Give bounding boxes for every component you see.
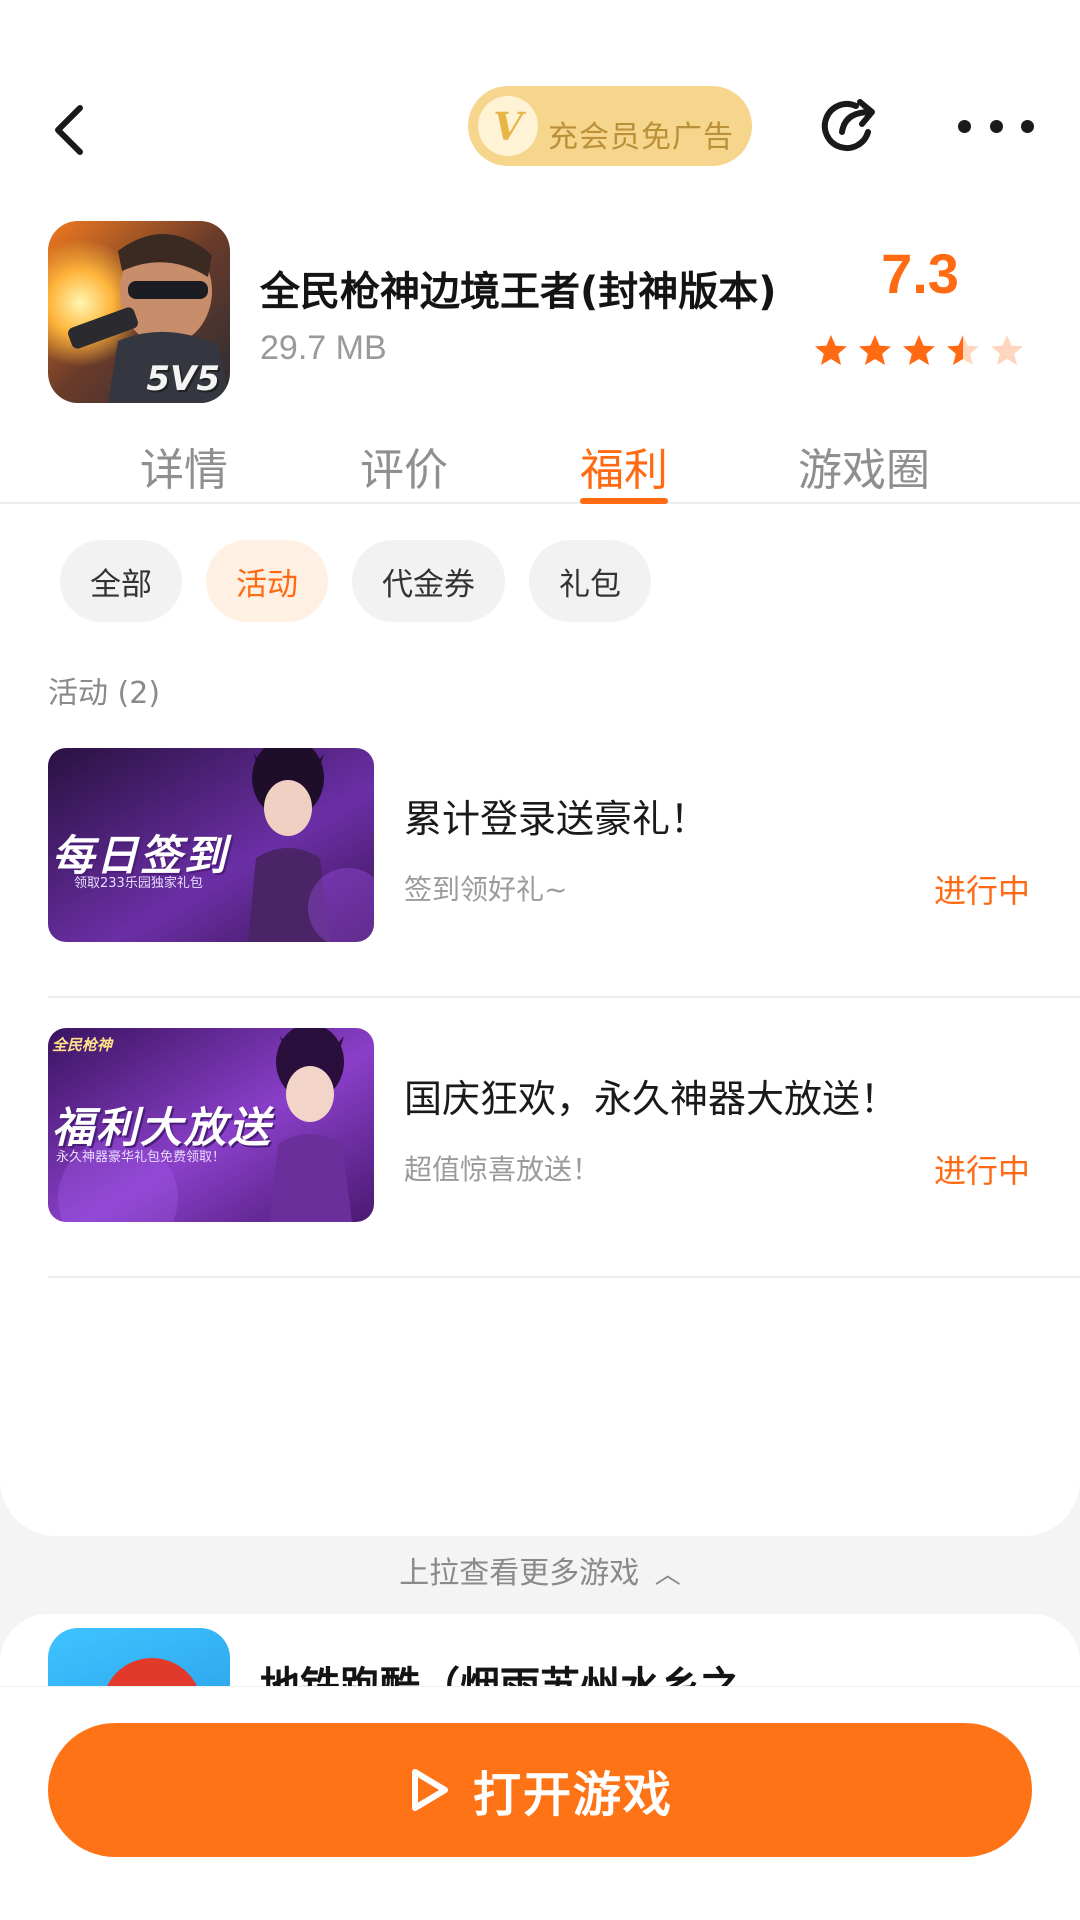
vip-ad-free-button[interactable]: V 充会员免广告 xyxy=(468,86,752,166)
tab-active-indicator xyxy=(580,498,668,504)
thumbnail-caption: 永久神器豪华礼包免费领取！ xyxy=(56,1150,226,1165)
activity-thumbnail: 全民枪神 福利大放送 永久神器豪华礼包免费领取！ xyxy=(48,1028,374,1222)
activity-subtitle: 超值惊喜放送！ xyxy=(404,1153,601,1186)
tab-welfare[interactable]: 福利 xyxy=(580,434,668,498)
dot-icon xyxy=(1021,119,1034,133)
tab-reviews[interactable]: 评价 xyxy=(360,434,448,498)
tab-bar: 详情 评价 福利 游戏圈 xyxy=(0,420,1080,504)
main-card: V 充会员免广告 5V5 全民枪神边境王者(封神版本) 29.7 MB 7.3 … xyxy=(0,0,1080,1536)
dot-icon xyxy=(989,119,1003,133)
open-game-button[interactable]: 打开游戏 xyxy=(48,1723,1032,1857)
activity-item[interactable]: 每日签到 领取233乐园独家礼包 累计登录送豪礼！ 签到领好礼~ 进行中 xyxy=(48,748,1080,998)
chip-gift-pack[interactable]: 礼包 xyxy=(529,540,651,622)
star-icon xyxy=(991,335,1023,365)
thumbnail-logo: 全民枪神 xyxy=(52,1036,113,1054)
more-options-button[interactable] xyxy=(958,92,1034,160)
section-count: 活动 (2) xyxy=(48,676,161,711)
tab-game-circle[interactable]: 游戏圈 xyxy=(798,434,930,498)
activity-status: 进行中 xyxy=(933,1152,1030,1190)
top-nav: V 充会员免广告 xyxy=(0,70,1080,190)
thumbnail-caption: 领取233乐园独家礼包 xyxy=(74,876,203,891)
app-size: 29.7 MB xyxy=(260,329,387,367)
pull-up-hint[interactable]: 上拉查看更多游戏 ︿ xyxy=(0,1548,1080,1592)
activity-status: 进行中 xyxy=(933,872,1030,910)
page: V 充会员免广告 5V5 全民枪神边境王者(封神版本) 29.7 MB 7.3 … xyxy=(0,0,1080,1920)
chevron-up-icon: ︿ xyxy=(654,1560,681,1590)
play-icon xyxy=(411,1769,448,1811)
rating-score: 7.3 xyxy=(881,242,959,305)
share-icon xyxy=(821,99,875,151)
app-icon-badge: 5V5 xyxy=(146,359,220,399)
share-button[interactable] xyxy=(816,92,884,160)
rating-stars xyxy=(814,334,1024,368)
tab-details[interactable]: 详情 xyxy=(140,434,228,498)
app-icon[interactable]: 5V5 xyxy=(48,221,230,403)
chip-all[interactable]: 全部 xyxy=(60,540,182,622)
chip-voucher[interactable]: 代金券 xyxy=(352,540,505,622)
star-icon xyxy=(947,335,979,365)
filter-chips: 全部 活动 代金券 礼包 xyxy=(60,540,651,622)
activity-title: 国庆狂欢，永久神器大放送！ xyxy=(404,1077,899,1121)
pull-up-label: 上拉查看更多游戏 xyxy=(399,1556,640,1591)
star-icon xyxy=(903,335,935,365)
activity-item[interactable]: 全民枪神 福利大放送 永久神器豪华礼包免费领取！ 国庆狂欢，永久神器大放送！ 超… xyxy=(48,1028,1080,1278)
chevron-left-icon xyxy=(55,105,83,155)
activity-title: 累计登录送豪礼！ xyxy=(404,797,709,841)
vip-icon: V xyxy=(478,96,538,156)
vip-text: 充会员免广告 xyxy=(548,120,734,155)
back-button[interactable] xyxy=(38,94,98,166)
activity-thumbnail: 每日签到 领取233乐园独家礼包 xyxy=(48,748,374,942)
open-game-label: 打开游戏 xyxy=(472,1767,673,1823)
app-header: 5V5 全民枪神边境王者(封神版本) 29.7 MB 7.3 xyxy=(0,221,1080,405)
bottom-action-bar: 打开游戏 xyxy=(0,1686,1080,1920)
activity-subtitle: 签到领好礼~ xyxy=(404,873,568,906)
star-icon xyxy=(859,335,891,365)
star-icon xyxy=(815,335,847,365)
app-title: 全民枪神边境王者(封神版本) xyxy=(260,269,777,315)
chip-activity[interactable]: 活动 xyxy=(206,540,328,622)
dot-icon xyxy=(958,119,971,133)
